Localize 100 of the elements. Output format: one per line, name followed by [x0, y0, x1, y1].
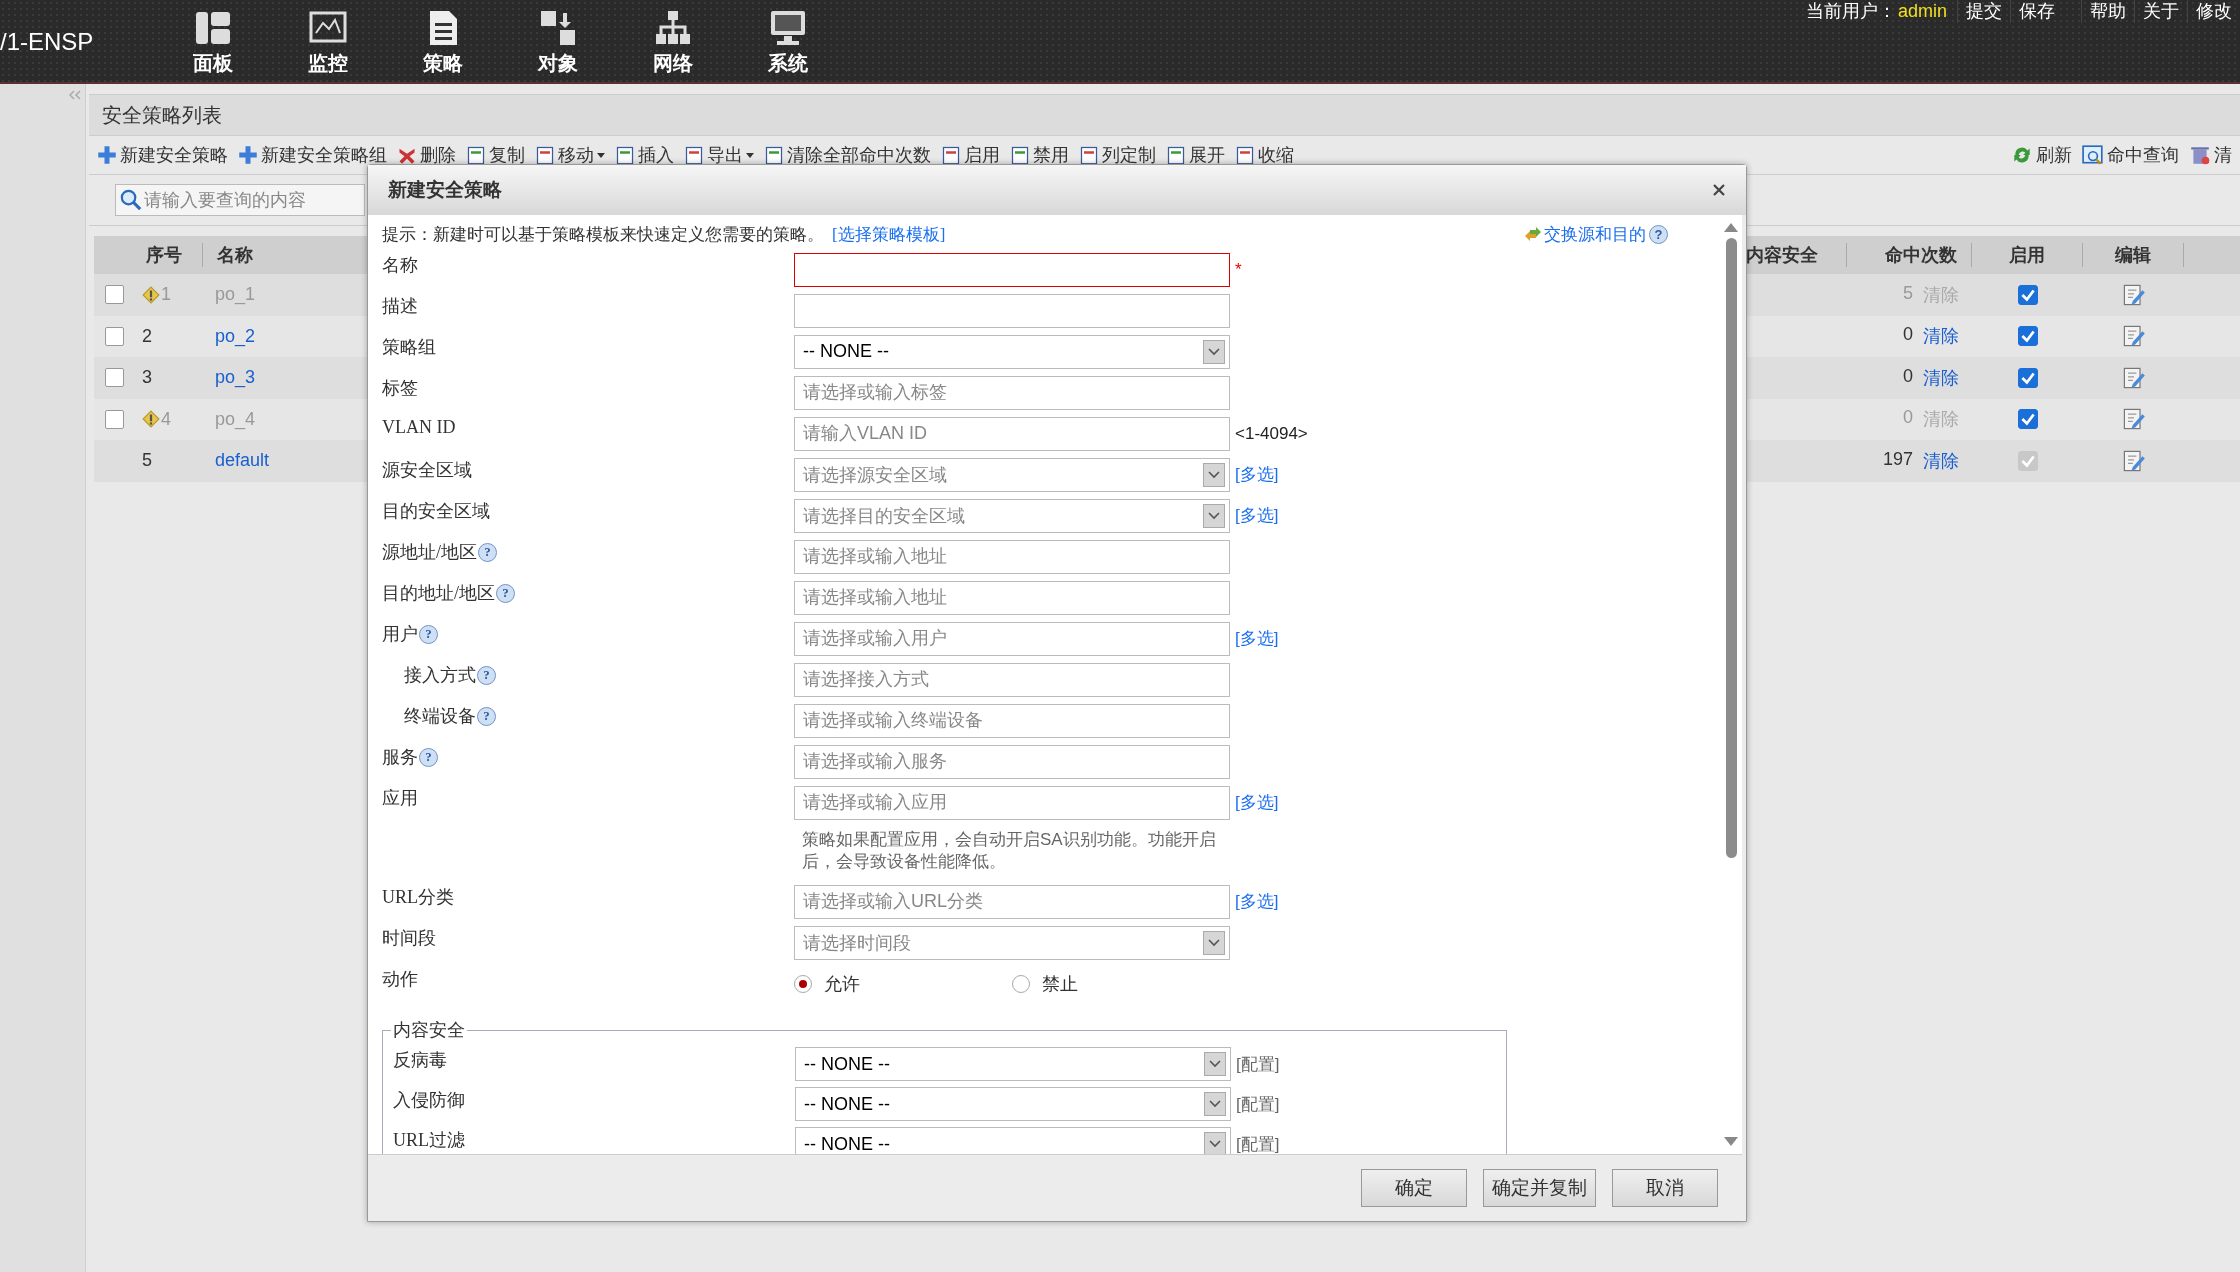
chevron-down-icon — [1203, 503, 1225, 528]
search-field[interactable]: 请输入要查询的内容 — [115, 184, 365, 216]
help-icon[interactable]: ? — [477, 665, 496, 685]
text-field[interactable]: 请选择或输入地址 — [794, 580, 1230, 615]
swap-arrows-icon — [1524, 227, 1542, 241]
field-label: 用户 — [382, 623, 418, 646]
toolbar-button[interactable]: 插入 — [615, 143, 674, 167]
edit-icon[interactable] — [2122, 365, 2146, 390]
dialog-button[interactable]: 确定 — [1361, 1169, 1467, 1207]
enable-checkbox[interactable] — [2018, 450, 2038, 471]
range-hint: <1-4094> — [1235, 423, 1308, 444]
text-field[interactable]: 请选择或输入URL分类 — [794, 884, 1230, 919]
help-icon[interactable]: ? — [496, 583, 515, 603]
close-icon[interactable] — [1712, 183, 1726, 197]
toolbar-button[interactable]: 展开 — [1166, 143, 1225, 167]
clear-link[interactable]: 清除 — [1923, 324, 1959, 349]
field-label: 时间段 — [382, 927, 436, 950]
nav-tab[interactable]: 监控 — [270, 0, 385, 77]
toolbar-button[interactable]: 收缩 — [1235, 143, 1294, 167]
text-field[interactable]: 请选择或输入应用 — [794, 785, 1230, 820]
nav-tab[interactable]: 网络 — [615, 0, 730, 77]
text-field[interactable]: 请选择接入方式 — [794, 662, 1230, 697]
row-checkbox[interactable] — [104, 368, 124, 388]
nav-tab[interactable]: 面板 — [155, 0, 270, 77]
multi-select-link[interactable]: [多选] — [1235, 463, 1279, 486]
toolbar-button[interactable]: 新建安全策略 — [97, 143, 228, 167]
text-field[interactable] — [794, 293, 1230, 328]
template-link[interactable]: [选择策略模板] — [832, 224, 946, 244]
select-field[interactable]: 请选择源安全区域 — [794, 457, 1230, 492]
radio-option[interactable]: 允许 — [794, 971, 1012, 996]
configure-link[interactable]: [配置] — [1236, 1052, 1280, 1076]
text-field[interactable]: 请选择或输入用户 — [794, 621, 1230, 656]
trash-icon — [2189, 144, 2211, 166]
select-field[interactable]: -- NONE -- — [795, 1047, 1231, 1081]
field-label: 标签 — [382, 377, 418, 400]
toolbar-button[interactable]: 新建安全策略组 — [238, 143, 387, 167]
toolbar-button[interactable]: 禁用 — [1010, 143, 1069, 167]
field-label: 应用 — [382, 787, 418, 810]
text-field[interactable]: 请选择或输入地址 — [794, 539, 1230, 574]
text-field[interactable]: 请选择或输入服务 — [794, 744, 1230, 779]
hint-text: 提示：新建时可以基于策略模板来快速定义您需要的策略。 [选择策略模板] — [382, 223, 946, 246]
toolbar-button[interactable]: 启用 — [941, 143, 1000, 167]
text-field[interactable]: 请选择或输入终端设备 — [794, 703, 1230, 738]
toolbar-button[interactable]: 命中查询 — [2082, 143, 2179, 167]
toolbar-button[interactable]: 列定制 — [1079, 143, 1156, 167]
toolbar-button[interactable]: 刷新 — [2011, 143, 2072, 167]
toolbar-button[interactable]: 清 — [2189, 143, 2232, 167]
header-link[interactable]: 帮助 — [2081, 0, 2134, 23]
text-field[interactable]: 请输入VLAN ID — [794, 416, 1230, 451]
radio-option[interactable]: 禁止 — [1012, 971, 1230, 996]
row-index: 4 — [161, 408, 171, 430]
select-field[interactable]: 请选择目的安全区域 — [794, 498, 1230, 533]
policy-name-link[interactable]: po_3 — [215, 367, 256, 388]
select-field[interactable]: -- NONE -- — [795, 1127, 1231, 1154]
select-field[interactable]: -- NONE -- — [794, 334, 1230, 369]
toolbar-button[interactable]: 清除全部命中次数 — [764, 143, 931, 167]
field-label: 目的地址/地区 — [382, 582, 495, 605]
configure-link[interactable]: [配置] — [1236, 1132, 1280, 1154]
help-icon[interactable]: ? — [477, 706, 496, 726]
configure-link[interactable]: [配置] — [1236, 1092, 1280, 1116]
swap-link[interactable]: 交换源和目的 — [1544, 222, 1646, 246]
field-label: URL过滤 — [393, 1129, 465, 1152]
toolbar-button[interactable]: 删除 — [397, 143, 456, 167]
clear-link[interactable]: 清除 — [1923, 365, 1959, 390]
select-field[interactable]: -- NONE -- — [795, 1087, 1231, 1121]
brand-title: /1-ENSP — [0, 28, 95, 56]
multi-select-link[interactable]: [多选] — [1235, 890, 1279, 913]
caret-icon — [597, 152, 605, 158]
policy-name-link[interactable]: po_2 — [215, 325, 256, 346]
text-field[interactable]: 请选择或输入标签 — [794, 375, 1230, 410]
help-icon[interactable]: ? — [1649, 224, 1668, 244]
nav-tab[interactable]: 系统 — [730, 0, 845, 77]
help-icon[interactable]: ? — [419, 624, 438, 644]
multi-select-link[interactable]: [多选] — [1235, 791, 1279, 814]
edit-icon[interactable] — [2122, 448, 2146, 473]
header-link[interactable]: 保存 — [2010, 0, 2063, 23]
refresh-icon — [2011, 144, 2033, 166]
field-label: 入侵防御 — [393, 1089, 465, 1112]
enable-checkbox[interactable] — [2018, 326, 2038, 347]
help-icon[interactable]: ? — [478, 542, 497, 562]
enable-checkbox[interactable] — [2018, 367, 2038, 388]
row-checkbox[interactable] — [104, 326, 124, 346]
select-field[interactable]: 请选择时间段 — [794, 925, 1230, 960]
nav-tab[interactable]: 对象 — [500, 0, 615, 77]
clear-link[interactable]: 清除 — [1923, 448, 1959, 473]
dialog-button[interactable]: 取消 — [1612, 1169, 1718, 1207]
dialog-button[interactable]: 确定并复制 — [1483, 1169, 1596, 1207]
header-link[interactable]: 修改 — [2187, 0, 2240, 23]
nav-tab[interactable]: 策略 — [385, 0, 500, 77]
policy-name-link[interactable]: default — [215, 450, 270, 471]
multi-select-link[interactable]: [多选] — [1235, 627, 1279, 650]
help-icon[interactable]: ? — [419, 747, 438, 767]
edit-icon[interactable] — [2122, 324, 2146, 349]
header-link[interactable]: 关于 — [2134, 0, 2187, 23]
toolbar-button[interactable]: 复制 — [466, 143, 525, 167]
header-link[interactable]: 提交 — [1957, 0, 2010, 23]
multi-select-link[interactable]: [多选] — [1235, 504, 1279, 527]
field-label: 接入方式 — [404, 664, 476, 687]
search-icon — [120, 189, 142, 211]
text-field[interactable] — [794, 252, 1230, 287]
